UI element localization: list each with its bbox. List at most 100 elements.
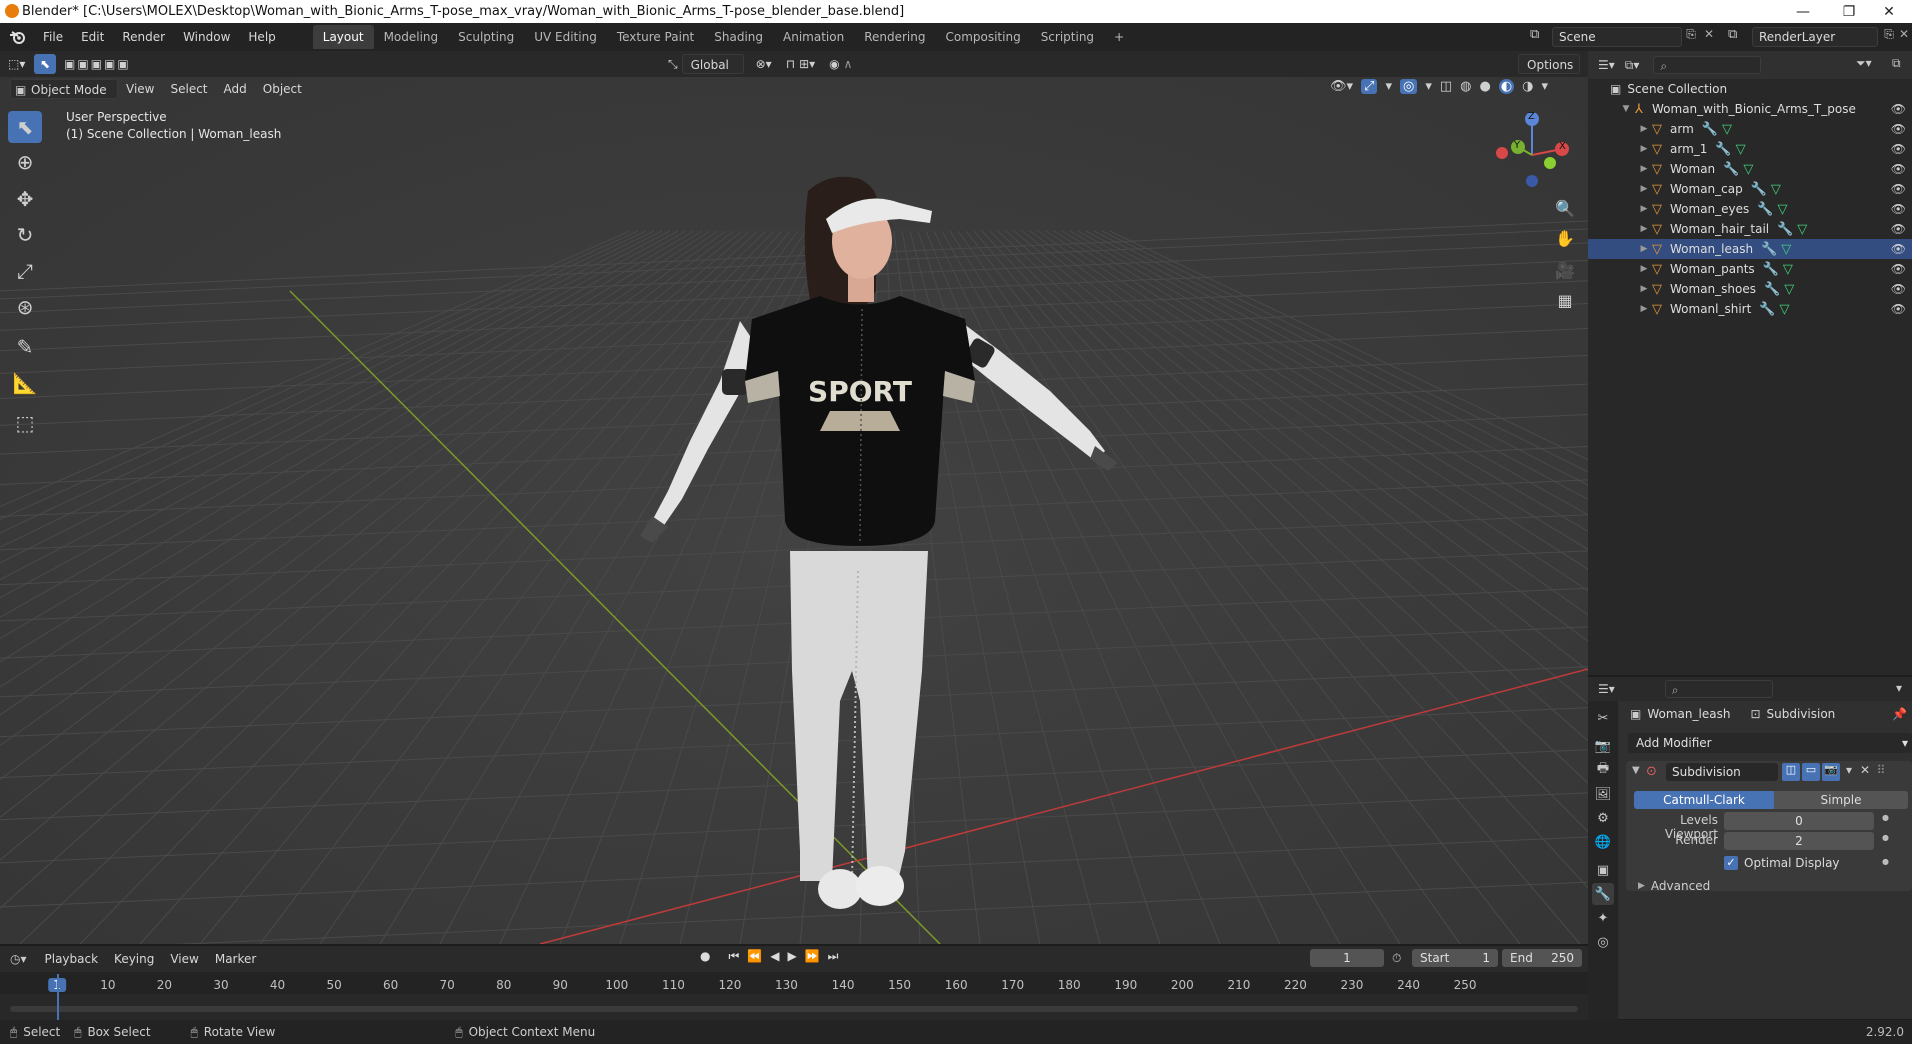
xray-icon[interactable]: ◫ (1440, 79, 1452, 94)
modifier-tab-icon[interactable]: 🔧 (1592, 883, 1614, 905)
cursor-tool[interactable]: ⊕ (8, 146, 42, 178)
scene-tab-icon[interactable]: ⚙ (1592, 807, 1614, 829)
shading-wireframe-icon[interactable]: ◍ (1460, 79, 1471, 94)
expand-arrow-icon[interactable]: ▶ (1638, 124, 1650, 134)
keyframe-dot-icon[interactable]: ● (1882, 813, 1889, 822)
outliner-item[interactable]: ▶ ▽ Woman 🔧 ▽ 👁 (1588, 159, 1912, 179)
advanced-subpanel[interactable]: ▶ Advanced (1638, 879, 1710, 893)
mesh-data-icon[interactable]: ▽ (1777, 202, 1787, 217)
visibility-icon[interactable]: 👁▾ (1330, 79, 1353, 94)
measure-tool[interactable]: 📐 (8, 367, 42, 399)
menu-add[interactable]: Add (216, 79, 255, 99)
menu-select[interactable]: Select (162, 79, 215, 99)
object-tab-icon[interactable]: ▣ (1592, 859, 1614, 881)
eye-icon[interactable]: 👁 (1891, 142, 1906, 156)
outliner-editor-icon[interactable]: ☰▾ (1598, 58, 1615, 72)
modifier-wrench-icon[interactable]: 🔧 (1751, 182, 1767, 197)
properties-editor-icon[interactable]: ☰▾ (1598, 682, 1615, 696)
menu-edit[interactable]: Edit (72, 23, 113, 51)
eye-icon[interactable]: 👁 (1891, 302, 1906, 316)
tab-animation[interactable]: Animation (773, 25, 854, 49)
snap-icon[interactable]: ⊓ (786, 57, 795, 71)
expand-arrow-icon[interactable]: ▼ (1620, 104, 1632, 114)
add-modifier-dropdown[interactable]: Add Modifier ▾ (1628, 733, 1912, 753)
render-tab-icon[interactable]: 📷 (1592, 735, 1614, 757)
eye-icon[interactable]: 👁 (1891, 242, 1906, 256)
timeline-ruler[interactable]: 1102030405060708090100110120130140150160… (0, 974, 1588, 994)
editor-type-icon[interactable]: ⬚▾ (0, 54, 34, 74)
outliner-item[interactable]: ▶ ▽ Woman_pants 🔧 ▽ 👁 (1588, 259, 1912, 279)
menu-help[interactable]: Help (239, 23, 284, 51)
scene-new-icon[interactable]: ⎘ (1682, 27, 1700, 42)
edit-mode-toggle-icon[interactable]: ◫ (1782, 763, 1800, 781)
expand-arrow-icon[interactable]: ▶ (1638, 224, 1650, 234)
modifier-wrench-icon[interactable]: 🔧 (1702, 122, 1718, 137)
menu-window[interactable]: Window (174, 23, 239, 51)
modifier-wrench-icon[interactable]: 🔧 (1763, 262, 1779, 277)
expand-arrow-icon[interactable]: ▶ (1638, 204, 1650, 214)
tab-sculpting[interactable]: Sculpting (448, 25, 524, 49)
mesh-data-icon[interactable]: ▽ (1780, 302, 1790, 317)
pan-hand-icon[interactable]: ✋ (1552, 225, 1578, 251)
optimal-display-checkbox[interactable]: ✓ (1724, 856, 1738, 870)
tab-rendering[interactable]: Rendering (854, 25, 935, 49)
menu-marker[interactable]: Marker (207, 949, 264, 969)
start-frame-field[interactable]: Start 1 (1412, 949, 1498, 967)
annotate-tool[interactable]: ✎ (8, 331, 42, 363)
mesh-data-icon[interactable]: ▽ (1722, 122, 1732, 137)
levels-viewport-field[interactable]: 0 (1724, 812, 1874, 830)
clock-icon[interactable]: ⏱ (1392, 951, 1401, 966)
display-mode-icon[interactable]: ⧉▾ (1625, 58, 1640, 73)
eye-icon[interactable]: 👁 (1891, 122, 1906, 136)
play-reverse-icon[interactable]: ◀ (770, 949, 779, 964)
keyframe-dot-icon[interactable]: ● (1882, 833, 1889, 842)
outliner-item[interactable]: ▶ ▽ Woman_leash 🔧 ▽ 👁 (1588, 239, 1912, 259)
menu-timeline-view[interactable]: View (162, 949, 206, 969)
expand-arrow-icon[interactable]: ▶ (1638, 284, 1650, 294)
modifier-wrench-icon[interactable]: 🔧 (1757, 202, 1773, 217)
eye-icon[interactable]: 👁 (1891, 282, 1906, 296)
tab-scripting[interactable]: Scripting (1031, 25, 1104, 49)
physics-tab-icon[interactable]: ◎ (1592, 931, 1614, 953)
scene-name-field[interactable]: Scene (1552, 27, 1682, 47)
select-intersect-icon[interactable]: ▣ (117, 57, 128, 71)
viewport-toggle-icon[interactable]: ▭ (1802, 763, 1820, 781)
output-tab-icon[interactable]: 🖶 (1592, 759, 1614, 781)
filter-icon[interactable]: ⏷▾ (1856, 56, 1872, 71)
zoom-icon[interactable]: 🔍 (1552, 195, 1578, 221)
renderlayer-browse-icon[interactable]: ⧉ (1728, 27, 1750, 42)
outliner-item[interactable]: ▶ ▽ arm 🔧 ▽ 👁 (1588, 119, 1912, 139)
outliner-item[interactable]: ▶ ▽ Womanl_shirt 🔧 ▽ 👁 (1588, 299, 1912, 319)
tab-modeling[interactable]: Modeling (374, 25, 449, 49)
mesh-data-icon[interactable]: ▽ (1743, 162, 1753, 177)
eye-icon[interactable]: 👁 (1891, 262, 1906, 276)
modifier-wrench-icon[interactable]: 🔧 (1715, 142, 1731, 157)
current-frame-field[interactable]: 1 (1310, 949, 1384, 967)
overlay-dropdown-icon[interactable]: ▾ (1425, 79, 1432, 94)
expand-arrow-icon[interactable]: ▶ (1638, 144, 1650, 154)
play-icon[interactable]: ▶ (787, 949, 796, 964)
pin-icon[interactable]: 📌 (1892, 707, 1907, 721)
proportional-falloff-icon[interactable]: ∧ (844, 57, 853, 71)
jump-keyframe-back-icon[interactable]: ⏪ (747, 949, 762, 964)
mesh-data-icon[interactable]: ▽ (1771, 182, 1781, 197)
end-frame-field[interactable]: End 250 (1502, 949, 1582, 967)
eye-icon[interactable]: 👁 (1891, 162, 1906, 176)
renderlayer-remove-icon[interactable]: ✕ (1896, 27, 1912, 41)
add-cube-tool[interactable]: ⬚ (8, 407, 42, 439)
properties-search-input[interactable]: ⌕ (1664, 680, 1773, 698)
mesh-data-icon[interactable]: ▽ (1781, 242, 1791, 257)
rotate-tool[interactable]: ↻ (8, 219, 42, 251)
expand-arrow-icon[interactable]: ▶ (1638, 304, 1650, 314)
modifier-wrench-icon[interactable]: 🔧 (1764, 282, 1780, 297)
drag-handle-icon[interactable]: ⠿ (1874, 763, 1888, 781)
transform-orientation-dropdown[interactable]: Global (681, 54, 744, 74)
tab-compositing[interactable]: Compositing (935, 25, 1030, 49)
tool-tab-icon[interactable]: ✂ (1592, 707, 1614, 729)
properties-options-icon[interactable]: ▾ (1896, 681, 1902, 695)
mesh-data-icon[interactable]: ▽ (1783, 262, 1793, 277)
expand-arrow-icon[interactable]: ▶ (1638, 244, 1650, 254)
collapse-arrow-icon[interactable]: ▼ (1632, 765, 1640, 776)
view-layer-tab-icon[interactable]: 🖼 (1592, 783, 1614, 805)
shading-material-icon[interactable]: ◐ (1498, 79, 1515, 94)
